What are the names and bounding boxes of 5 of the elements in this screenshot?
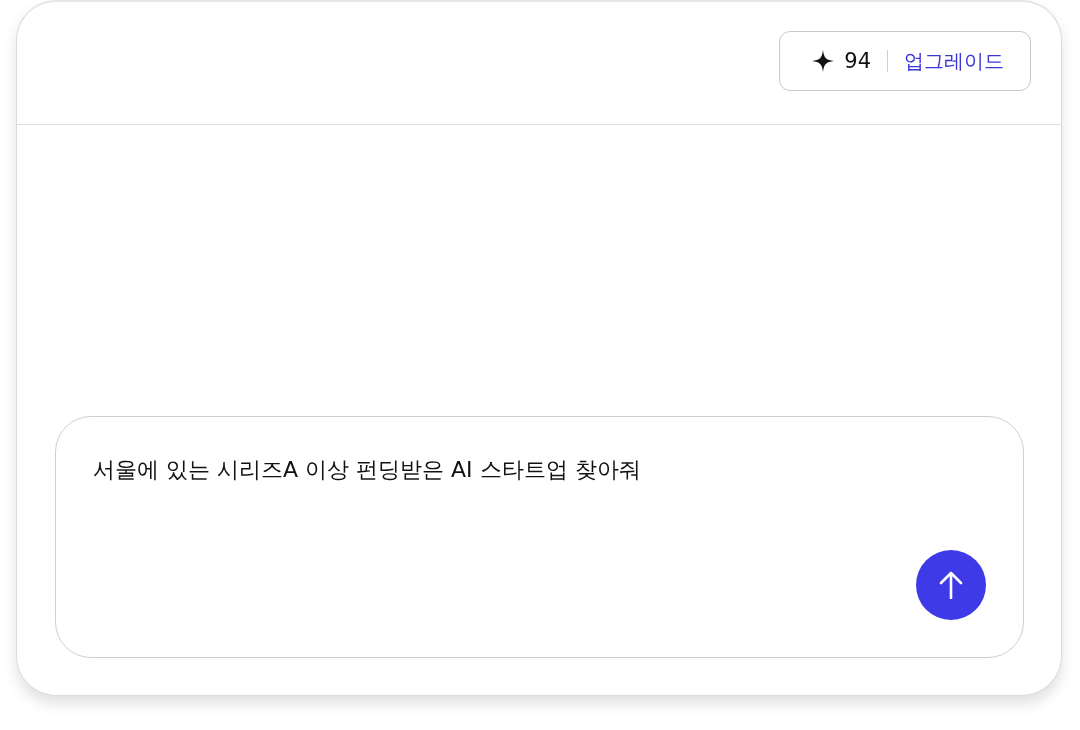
sparkle-icon: [812, 50, 835, 72]
arrow-up-icon: [939, 571, 963, 599]
upgrade-link[interactable]: 업그레이드: [904, 47, 1004, 75]
credits-count: 94: [844, 49, 871, 73]
message-field[interactable]: 서울에 있는 시리즈A 이상 펀딩받은 AI 스타트업 찾아줘: [93, 455, 986, 550]
